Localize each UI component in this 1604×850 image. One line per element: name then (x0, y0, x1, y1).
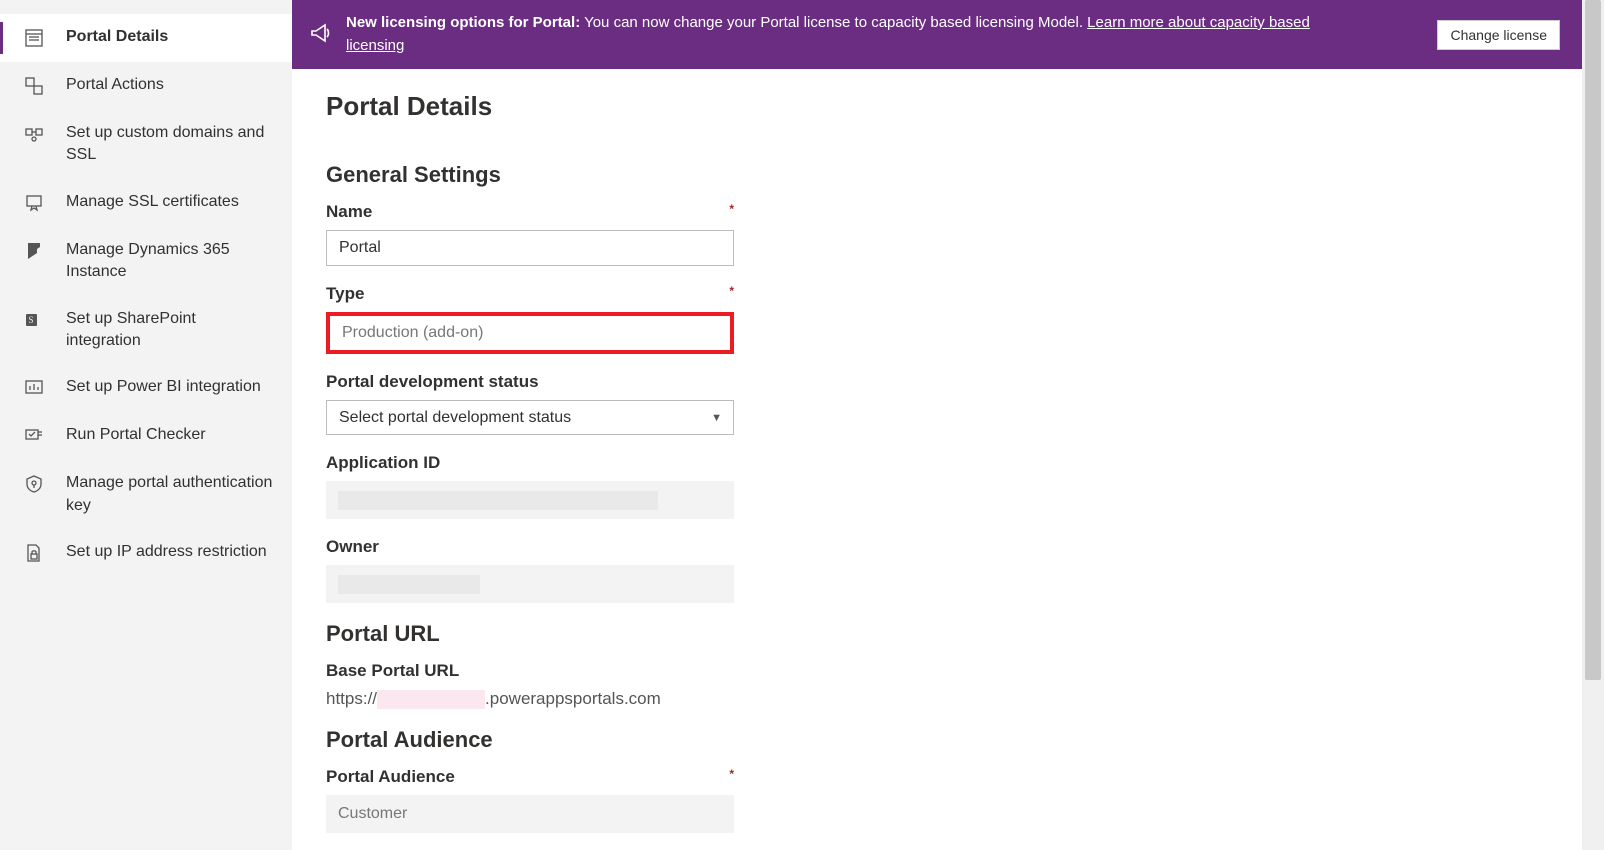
sidebar-item-label: Manage portal authentication key (66, 472, 274, 517)
redacted-url-subdomain (377, 690, 485, 709)
form-group-audience: Portal Audience * Customer (326, 767, 734, 833)
label-app-id: Application ID (326, 453, 440, 473)
label-type: Type (326, 284, 364, 304)
sidebar-item-label: Run Portal Checker (66, 424, 206, 446)
licensing-banner: New licensing options for Portal: You ca… (292, 0, 1582, 69)
dynamics-icon (24, 241, 44, 261)
vertical-scrollbar[interactable] (1582, 0, 1604, 850)
required-asterisk: * (729, 284, 734, 304)
url-prefix: https:// (326, 689, 377, 708)
label-owner: Owner (326, 537, 379, 557)
banner-text: New licensing options for Portal: You ca… (346, 12, 1371, 57)
sidebar-item-custom-domains[interactable]: Set up custom domains and SSL (0, 110, 292, 179)
app-id-readonly (326, 481, 734, 519)
change-license-button[interactable]: Change license (1437, 20, 1560, 50)
label-name: Name (326, 202, 372, 222)
form-group-base-url: Base Portal URL https:// .powerappsportal… (326, 661, 734, 709)
sidebar-item-label: Set up custom domains and SSL (66, 122, 274, 167)
checker-icon (24, 426, 44, 446)
owner-readonly (326, 565, 734, 603)
sidebar: Portal Details Portal Actions Set up cus… (0, 0, 292, 850)
base-url-value: https:// .powerappsportals.com (326, 689, 734, 709)
form-group-owner: Owner (326, 537, 734, 603)
page-title: Portal Details (326, 91, 1548, 122)
sidebar-item-powerbi[interactable]: Set up Power BI integration (0, 364, 292, 412)
sidebar-item-portal-actions[interactable]: Portal Actions (0, 62, 292, 110)
audience-value: Customer (338, 805, 407, 823)
sidebar-item-label: Manage Dynamics 365 Instance (66, 239, 274, 284)
powerbi-icon (24, 378, 44, 398)
banner-body: You can now change your Portal license t… (580, 14, 1087, 31)
sidebar-item-dynamics-instance[interactable]: Manage Dynamics 365 Instance (0, 227, 292, 296)
redacted-owner (338, 575, 480, 594)
svg-text:S: S (28, 315, 33, 325)
sidebar-item-portal-details[interactable]: Portal Details (0, 14, 292, 62)
main-area: New licensing options for Portal: You ca… (292, 0, 1582, 850)
section-general-settings: General Settings (326, 162, 1548, 188)
form-group-dev-status: Portal development status Select portal … (326, 372, 734, 435)
content: Portal Details General Settings Name * T… (292, 69, 1582, 850)
form-group-name: Name * (326, 202, 734, 266)
url-suffix: .powerappsportals.com (485, 689, 661, 708)
label-dev-status: Portal development status (326, 372, 539, 392)
sidebar-item-label: Set up Power BI integration (66, 376, 261, 398)
sidebar-item-label: Portal Details (66, 26, 168, 48)
name-input[interactable] (326, 230, 734, 266)
form-group-type: Type * Production (add-on) (326, 284, 734, 354)
banner-bold: New licensing options for Portal: (346, 14, 580, 31)
label-base-url: Base Portal URL (326, 661, 459, 681)
file-lock-icon (24, 543, 44, 563)
certificate-icon (24, 193, 44, 213)
scrollbar-thumb[interactable] (1585, 0, 1601, 680)
section-portal-audience: Portal Audience (326, 727, 1548, 753)
shield-icon (24, 474, 44, 494)
sidebar-item-label: Manage SSL certificates (66, 191, 239, 213)
form-group-app-id: Application ID (326, 453, 734, 519)
details-icon (24, 28, 44, 48)
sidebar-item-label: Portal Actions (66, 74, 164, 96)
domains-icon (24, 124, 44, 144)
sharepoint-icon: S (24, 310, 44, 330)
megaphone-icon (310, 22, 332, 48)
redacted-app-id (338, 491, 658, 510)
sidebar-item-label: Set up SharePoint integration (66, 308, 274, 353)
sidebar-item-label: Set up IP address restriction (66, 541, 267, 563)
type-value: Production (add-on) (342, 324, 483, 342)
sidebar-item-auth-key[interactable]: Manage portal authentication key (0, 460, 292, 529)
actions-icon (24, 76, 44, 96)
required-asterisk: * (729, 202, 734, 222)
sidebar-item-ip-restriction[interactable]: Set up IP address restriction (0, 529, 292, 577)
sidebar-item-ssl-certificates[interactable]: Manage SSL certificates (0, 179, 292, 227)
sidebar-item-portal-checker[interactable]: Run Portal Checker (0, 412, 292, 460)
label-audience: Portal Audience (326, 767, 455, 787)
type-readonly-highlighted: Production (add-on) (326, 312, 734, 354)
required-asterisk: * (729, 767, 734, 787)
audience-readonly: Customer (326, 795, 734, 833)
dev-status-select[interactable]: Select portal development status (326, 400, 734, 435)
section-portal-url: Portal URL (326, 621, 1548, 647)
sidebar-item-sharepoint[interactable]: S Set up SharePoint integration (0, 296, 292, 365)
